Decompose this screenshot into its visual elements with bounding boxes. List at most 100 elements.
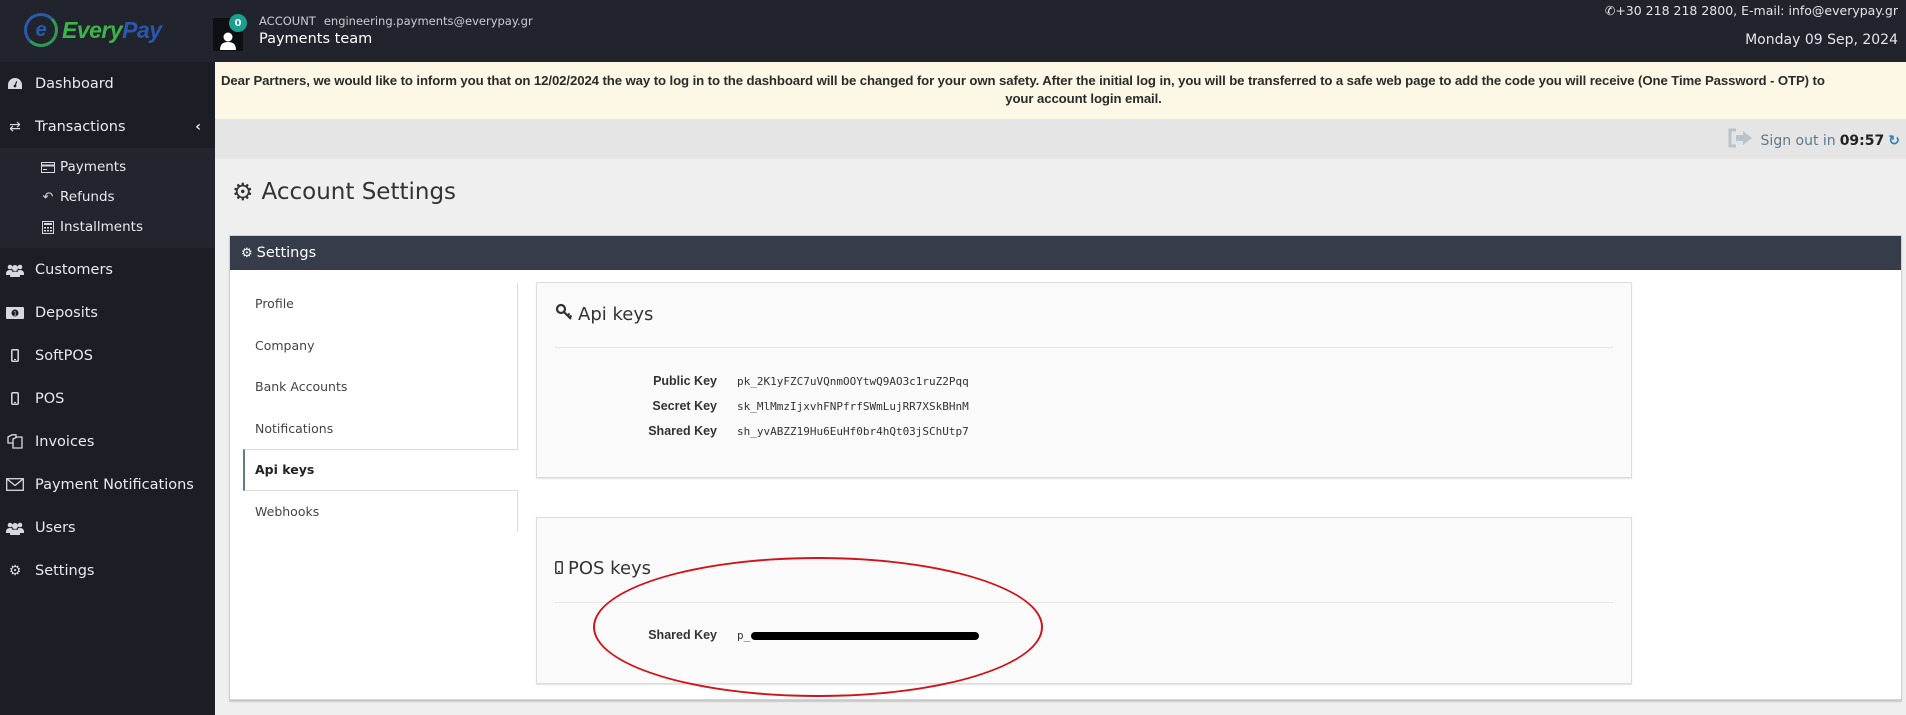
public-key-value[interactable]: pk_2K1yFZC7uVQnmOOYtwQ9AO3c1ruZ2Pqq <box>737 375 969 388</box>
shared-key-row: Shared Key sh_yvABZZ19Hu6EuHf0br4hQt03jS… <box>537 421 969 441</box>
gear-icon: ⚙ <box>232 178 254 206</box>
users-icon <box>6 263 24 277</box>
api-keys-card: Api keys Public Key pk_2K1yFZC7uVQnmOOYt… <box>536 282 1632 478</box>
sidebar-item-label: Deposits <box>35 304 98 321</box>
account-name[interactable]: Payments team <box>259 31 372 47</box>
tab-webhooks[interactable]: Webhooks <box>243 490 518 532</box>
sign-out-countdown: 09:57 <box>1839 132 1885 149</box>
phone-icon: ✆ <box>1604 3 1616 18</box>
login-change-notice: Dear Partners, we would like to inform y… <box>215 62 1906 119</box>
redaction-bar <box>751 631 980 640</box>
pos-keys-title: POS keys <box>555 558 651 579</box>
sidebar-item-label: Dashboard <box>35 75 114 92</box>
tab-company[interactable]: Company <box>243 324 518 366</box>
tab-api-keys[interactable]: Api keys <box>243 449 518 491</box>
tab-bank-accounts[interactable]: Bank Accounts <box>243 366 518 408</box>
sidebar-item-label: POS <box>35 390 65 407</box>
gears-icon: ⚙ <box>241 245 253 261</box>
sidebar-item-label: Settings <box>35 562 95 579</box>
sidebar-item-label: Invoices <box>35 433 95 450</box>
calculator-icon <box>40 220 56 234</box>
mobile-icon <box>6 392 24 405</box>
notice-line-2: your account login email. <box>1005 91 1162 106</box>
logo-text-pay: Pay <box>122 16 162 43</box>
divider <box>555 602 1613 603</box>
secret-key-label: Secret Key <box>652 399 717 413</box>
sidebar-item-label: Transactions <box>35 118 126 135</box>
public-key-label: Public Key <box>653 374 717 388</box>
sidebar-item-refunds[interactable]: ↶ Refunds <box>0 182 215 212</box>
current-date: Monday 09 Sep, 2024 <box>1745 32 1898 48</box>
everypay-logo[interactable]: e EveryPay <box>24 13 162 47</box>
top-bar: e EveryPay 0 ACCOUNT engineering.payments… <box>0 0 1906 62</box>
logo-mark-icon: e <box>24 13 58 47</box>
sidebar-item-customers[interactable]: Customers <box>0 248 215 291</box>
sign-out-label: Sign out in <box>1760 132 1836 149</box>
page-title-text: Account Settings <box>261 179 457 205</box>
shared-key-label: Shared Key <box>648 424 717 438</box>
exchange-icon: ⇄ <box>9 118 21 135</box>
sidebar: Dashboard ⇄ Transactions ‹ Payments ↶ Re… <box>0 62 215 715</box>
sidebar-item-label: SoftPOS <box>35 347 93 364</box>
sidebar-item-dashboard[interactable]: Dashboard <box>0 62 215 105</box>
pos-keys-card: POS keys Shared Key p_ <box>536 517 1632 684</box>
secret-key-row: Secret Key sk_MlMmzIjxvhFNPfrfSWmLujRR7X… <box>537 396 969 416</box>
reply-icon: ↶ <box>42 189 54 205</box>
settings-panel-header: ⚙ Settings <box>230 236 1901 270</box>
sidebar-item-settings[interactable]: ⚙ Settings <box>0 549 215 592</box>
account-email: engineering.payments@everypay.gr <box>323 14 533 28</box>
gears-icon: ⚙ <box>8 562 22 579</box>
sign-out-timer[interactable]: Sign out in 09:57 ↻ <box>1728 128 1900 153</box>
logo-text-every: Every <box>62 16 123 43</box>
pos-shared-key-prefix: p_ <box>737 628 751 642</box>
users-icon <box>6 521 24 535</box>
session-bar: Sign out in 09:57 ↻ <box>215 119 1906 159</box>
transactions-submenu: Payments ↶ Refunds Installments <box>0 148 215 248</box>
contact-text: +30 218 218 2800, E-mail: info@everypay.… <box>1615 3 1898 18</box>
mobile-icon <box>6 349 24 362</box>
notification-badge[interactable]: 0 <box>229 14 247 32</box>
account-label-row: ACCOUNT engineering.payments@everypay.gr <box>259 14 533 28</box>
sidebar-item-label: Payments <box>60 159 127 175</box>
settings-panel: ⚙ Settings Profile Company Bank Accounts… <box>229 235 1902 700</box>
sidebar-item-label: Refunds <box>60 189 115 205</box>
contact-info: ✆+30 218 218 2800, E-mail: info@everypay… <box>1605 3 1898 18</box>
envelope-icon <box>6 478 24 491</box>
sidebar-item-softpos[interactable]: SoftPOS <box>0 334 215 377</box>
shared-key-value[interactable]: sh_yvABZZ19Hu6EuHf0br4hQt03jSChUtp7 <box>737 425 969 438</box>
tab-notifications[interactable]: Notifications <box>243 407 518 449</box>
sidebar-item-label: Installments <box>60 219 143 235</box>
sidebar-item-pos[interactable]: POS <box>0 377 215 420</box>
divider <box>555 347 1613 348</box>
sidebar-item-payment-notifications[interactable]: Payment Notifications <box>0 463 215 506</box>
files-icon <box>6 434 24 449</box>
pos-shared-key-row: Shared Key p_ <box>537 625 980 645</box>
sign-out-icon <box>1728 128 1754 153</box>
settings-tabs: Profile Company Bank Accounts Notificati… <box>243 283 518 532</box>
dashboard-icon <box>6 77 24 91</box>
pos-shared-key-value[interactable]: p_ <box>737 628 980 642</box>
chevron-left-icon: ‹ <box>195 118 201 135</box>
sidebar-item-installments[interactable]: Installments <box>0 212 215 242</box>
sidebar-item-invoices[interactable]: Invoices <box>0 420 215 463</box>
refresh-session-icon[interactable]: ↻ <box>1888 133 1900 149</box>
sidebar-item-transactions[interactable]: ⇄ Transactions ‹ <box>0 105 215 148</box>
mobile-icon <box>555 558 563 579</box>
key-icon <box>555 303 573 326</box>
notice-line-1: Dear Partners, we would like to inform y… <box>221 73 1825 88</box>
sidebar-item-label: Payment Notifications <box>35 476 194 493</box>
pos-shared-key-label: Shared Key <box>648 628 717 642</box>
page-title: ⚙ Account Settings <box>232 178 456 206</box>
secret-key-value[interactable]: sk_MlMmzIjxvhFNPfrfSWmLujRR7XSkBHnM <box>737 400 969 413</box>
sidebar-item-label: Users <box>35 519 76 536</box>
svg-text:1: 1 <box>13 310 17 317</box>
sidebar-item-payments[interactable]: Payments <box>0 152 215 182</box>
tab-profile[interactable]: Profile <box>243 283 518 325</box>
sidebar-item-deposits[interactable]: 1 Deposits <box>0 291 215 334</box>
user-icon <box>220 32 236 50</box>
sidebar-item-users[interactable]: Users <box>0 506 215 549</box>
credit-card-icon <box>40 161 56 173</box>
settings-panel-title: Settings <box>256 245 317 261</box>
api-keys-title: Api keys <box>555 303 653 326</box>
public-key-row: Public Key pk_2K1yFZC7uVQnmOOYtwQ9AO3c1r… <box>537 371 969 391</box>
